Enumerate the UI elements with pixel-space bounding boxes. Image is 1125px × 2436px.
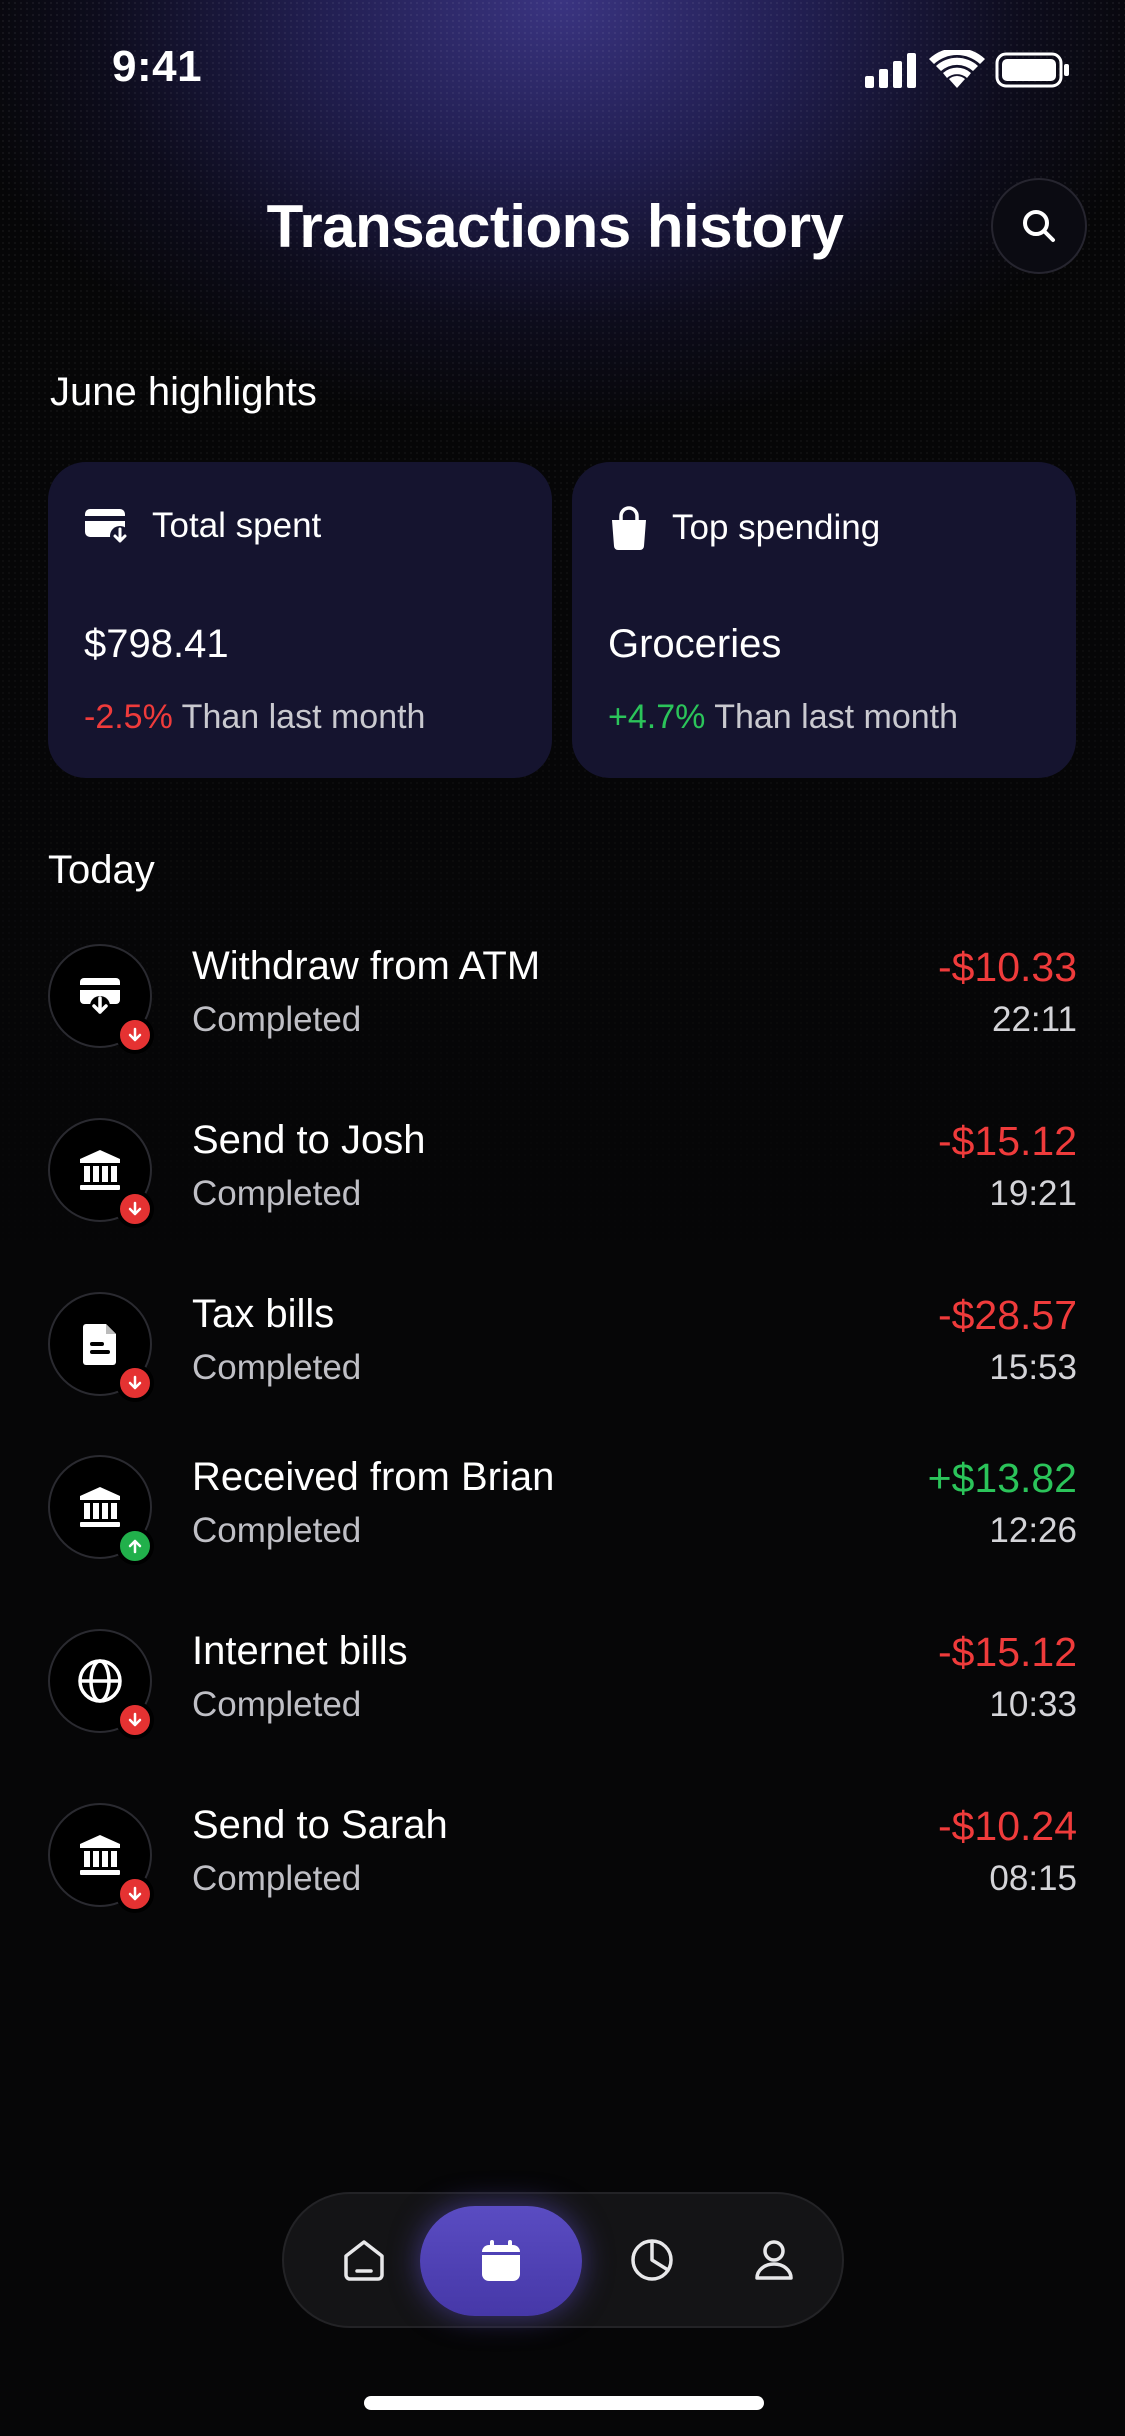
atm-icon [80, 978, 120, 1016]
transaction-name: Tax bills [192, 1292, 335, 1336]
transaction-time: 19:21 [989, 1174, 1077, 1213]
card-label: Total spent [152, 506, 322, 545]
document-icon [83, 1324, 116, 1365]
transaction-row[interactable]: Tax bills Completed -$28.57 15:53 [48, 1292, 1077, 1422]
profile-icon [755, 2240, 793, 2280]
calendar-icon [482, 2240, 520, 2281]
transaction-status: Completed [192, 1859, 362, 1898]
bank-icon [80, 1150, 120, 1190]
arrow-down-icon [116, 1190, 154, 1228]
total-spent-card[interactable]: Total spent $798.41 -2.5% Than last mont… [48, 462, 552, 778]
transaction-status: Completed [192, 1511, 362, 1550]
transaction-row[interactable]: Withdraw from ATM Completed -$10.33 22:1… [48, 944, 1077, 1074]
nav-analytics[interactable] [602, 2194, 702, 2326]
transaction-row[interactable]: Send to Josh Completed -$15.12 19:21 [48, 1118, 1077, 1248]
card-label: Top spending [672, 508, 881, 547]
total-spent-value: $798.41 [84, 622, 229, 666]
status-icons [865, 47, 1070, 90]
transaction-time: 15:53 [989, 1348, 1077, 1387]
transaction-status: Completed [192, 1348, 362, 1387]
transaction-name: Send to Sarah [192, 1803, 448, 1847]
transaction-time: 22:11 [992, 1000, 1077, 1039]
search-button[interactable] [991, 178, 1087, 274]
globe-icon [78, 1659, 122, 1703]
transaction-name: Received from Brian [192, 1455, 555, 1499]
arrow-down-icon [116, 1875, 154, 1913]
transaction-name: Withdraw from ATM [192, 944, 541, 988]
transaction-amount: -$10.33 [937, 944, 1077, 990]
top-spending-card[interactable]: Top spending Groceries +4.7% Than last m… [572, 462, 1076, 778]
transaction-row[interactable]: Received from Brian Completed +$13.82 12… [48, 1455, 1077, 1585]
nav-calendar[interactable] [420, 2206, 582, 2316]
battery-icon [995, 52, 1069, 88]
arrow-up-icon [116, 1527, 154, 1565]
arrow-down-icon [116, 1364, 154, 1402]
wifi-icon [929, 47, 985, 88]
bank-icon [80, 1487, 120, 1527]
transaction-amount: -$15.12 [937, 1118, 1077, 1164]
highlights-title: June highlights [50, 370, 317, 414]
transaction-row[interactable]: Internet bills Completed -$15.12 10:33 [48, 1629, 1077, 1759]
status-time: 9:41 [112, 42, 203, 91]
transaction-status: Completed [192, 1174, 362, 1213]
bottom-nav [282, 2192, 844, 2328]
card-icon [85, 509, 130, 546]
transaction-row[interactable]: Send to Sarah Completed -$10.24 08:15 [48, 1803, 1077, 1933]
pie-chart-icon [631, 2239, 673, 2281]
home-icon [344, 2240, 384, 2281]
transaction-amount: -$28.57 [937, 1292, 1077, 1338]
search-icon [1023, 210, 1055, 242]
transaction-amount: -$10.24 [937, 1803, 1077, 1849]
page-title: Transactions history [266, 193, 844, 260]
nav-home[interactable] [314, 2194, 414, 2326]
transaction-status: Completed [192, 1685, 362, 1724]
transaction-amount: +$13.82 [927, 1455, 1077, 1501]
change-percent: +4.7% [608, 698, 706, 736]
shopping-bag-icon [612, 506, 646, 550]
change-note: Than last month [181, 698, 426, 736]
change-percent: -2.5% [84, 698, 173, 736]
change-note: Than last month [714, 698, 958, 736]
home-indicator[interactable] [364, 2396, 764, 2410]
today-title: Today [48, 848, 155, 892]
transaction-time: 08:15 [989, 1859, 1077, 1898]
transaction-time: 10:33 [989, 1685, 1077, 1724]
transaction-status: Completed [192, 1000, 362, 1039]
cellular-signal-icon [865, 53, 916, 88]
bank-icon [80, 1835, 120, 1875]
arrow-down-icon [116, 1701, 154, 1739]
top-spending-value: Groceries [608, 622, 782, 666]
transaction-name: Send to Josh [192, 1118, 426, 1162]
transaction-name: Internet bills [192, 1629, 408, 1673]
transaction-amount: -$15.12 [937, 1629, 1077, 1675]
arrow-down-icon [116, 1016, 154, 1054]
nav-profile[interactable] [724, 2194, 824, 2326]
transaction-time: 12:26 [989, 1511, 1077, 1550]
